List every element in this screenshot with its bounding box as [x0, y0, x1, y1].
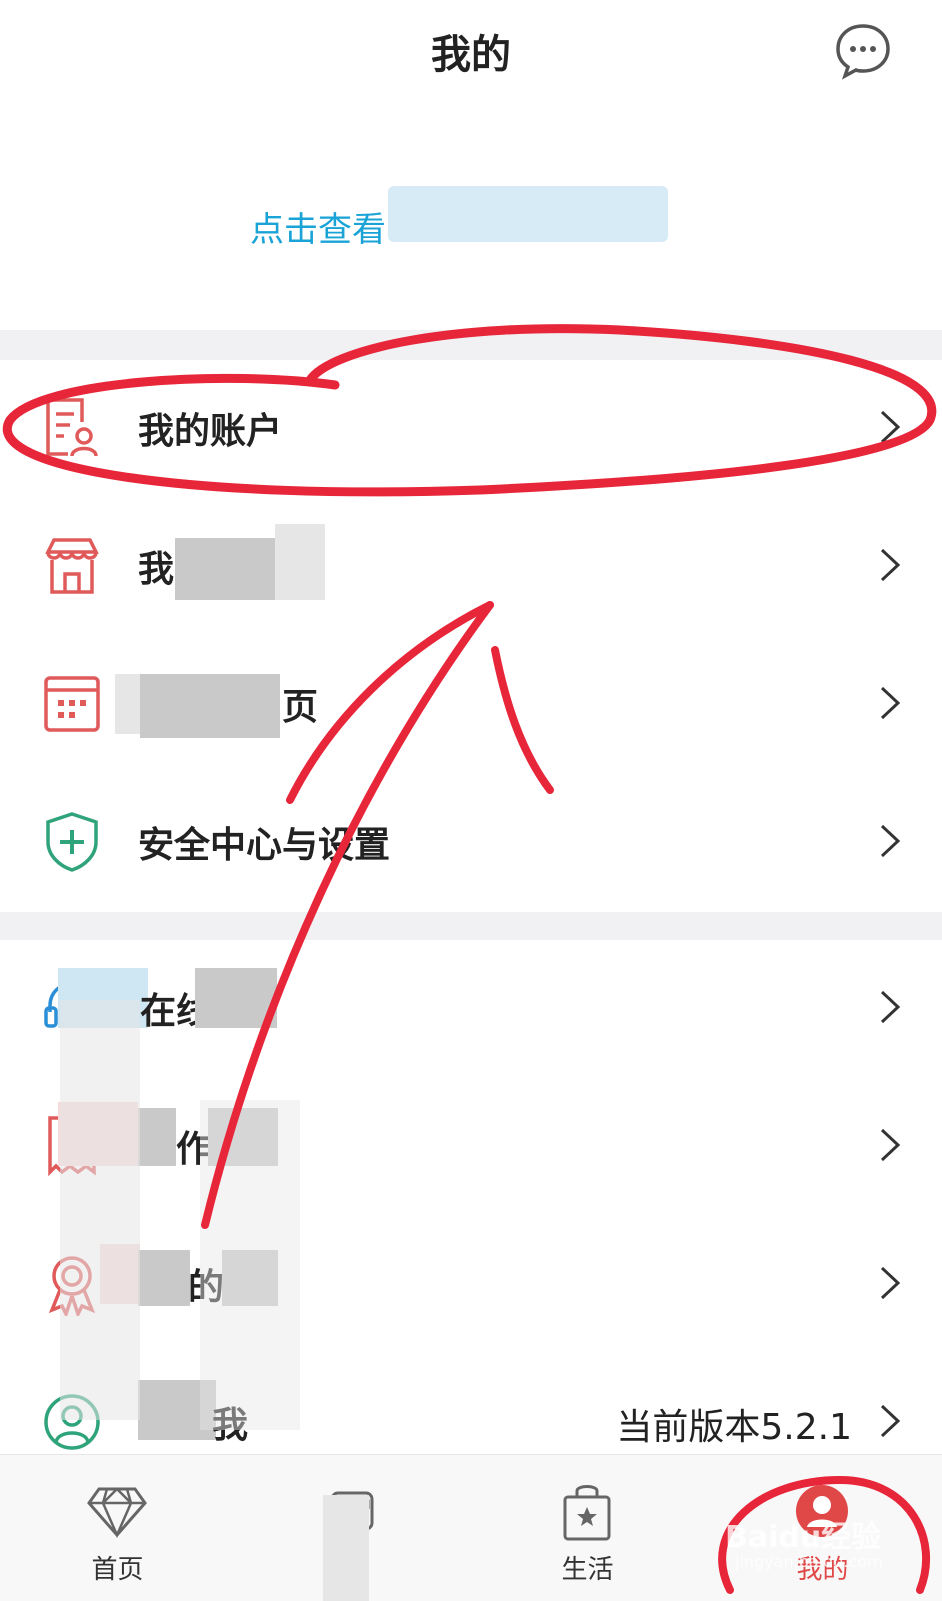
shield-plus-icon [42, 810, 102, 874]
account-doc-icon [42, 396, 102, 460]
pixelated-mask [140, 674, 280, 738]
chevron-right-icon [878, 1262, 902, 1304]
section-divider [0, 912, 942, 940]
chevron-right-icon [878, 820, 902, 862]
tab-label: 生活 [561, 1555, 614, 1585]
menu-item-label: 我 [138, 549, 175, 590]
section-divider [0, 330, 942, 360]
menu-item-label: 安全中心与设置 [138, 825, 391, 866]
chevron-right-icon [878, 1124, 902, 1166]
page-title: 我的 [431, 32, 511, 78]
menu-item-online-service[interactable]: 在线 [0, 940, 942, 1080]
menu-item-receipt[interactable]: 作 [0, 1078, 942, 1218]
chat-bubble-icon[interactable] [832, 20, 894, 82]
login-prompt-link[interactable]: 点击查看 [250, 202, 386, 251]
pixelated-mask [323, 1495, 369, 1601]
version-text: 当前版本5.2.1 [616, 1407, 852, 1448]
calendar-icon [42, 672, 102, 736]
chevron-right-icon [878, 1400, 902, 1442]
menu-item-label: 我的账户 [138, 411, 283, 452]
pixelated-mask [60, 1000, 140, 1420]
pixelated-mask [138, 1108, 176, 1166]
pixelated-mask [195, 968, 277, 1028]
watermark-subtext: jingyan.baidu.com [735, 1552, 883, 1571]
chevron-right-icon [878, 682, 902, 724]
tab-label: 首页 [91, 1555, 144, 1585]
menu-item-my-account[interactable]: 我的账户 [0, 360, 942, 500]
watermark-text: Baidu经验 [725, 1520, 882, 1555]
menu-item-security-settings[interactable]: 安全中心与设置 [0, 774, 942, 912]
tab-home[interactable]: 首页 [0, 1455, 235, 1601]
menu-item-label: 页 [282, 687, 319, 728]
menu-item-calendar[interactable]: 页 [0, 636, 942, 776]
chevron-right-icon [878, 986, 902, 1028]
pixelated-mask [200, 1100, 300, 1430]
pixelated-mask [175, 538, 275, 600]
blurred-text [388, 186, 668, 242]
diamond-icon [85, 1479, 149, 1543]
pixelated-mask [138, 1250, 190, 1306]
menu-item-award[interactable]: 的 [0, 1216, 942, 1356]
pixelated-mask [275, 524, 325, 600]
store-icon [42, 534, 102, 598]
menu-item-store[interactable]: 我 [0, 498, 942, 638]
shopping-bag-star-icon [555, 1479, 619, 1543]
tab-wealth[interactable] [235, 1455, 470, 1601]
tab-life[interactable]: 生活 [470, 1455, 705, 1601]
top-bar: 我的 [0, 0, 942, 110]
chevron-right-icon [878, 406, 902, 448]
chevron-right-icon [878, 544, 902, 586]
profile-area[interactable]: 点击查看 [0, 110, 942, 335]
